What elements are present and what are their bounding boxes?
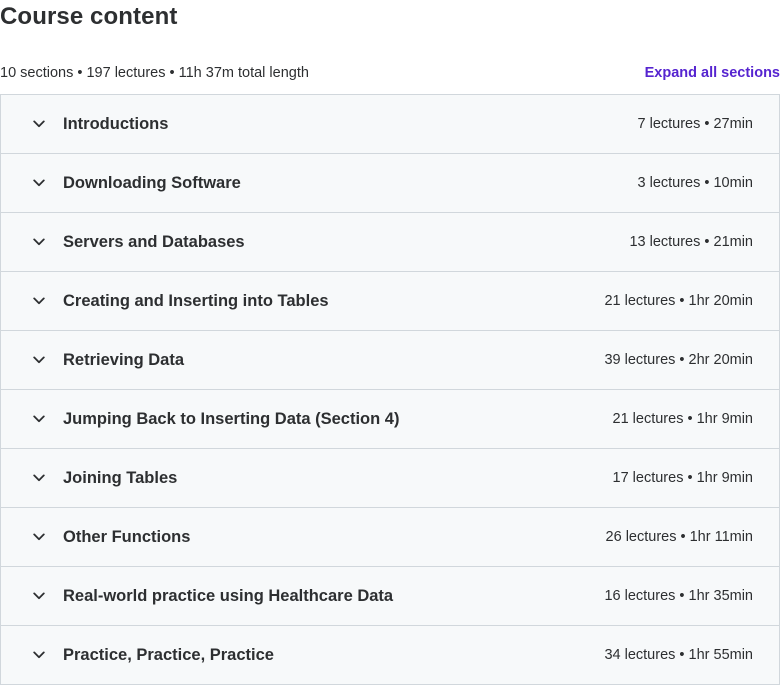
section-row[interactable]: Downloading Software 3 lectures • 10min — [1, 154, 779, 213]
section-title: Practice, Practice, Practice — [63, 645, 274, 664]
chevron-down-icon[interactable] — [31, 352, 47, 368]
section-title: Other Functions — [63, 527, 191, 546]
chevron-down-icon[interactable] — [31, 411, 47, 427]
chevron-down-icon[interactable] — [31, 175, 47, 191]
section-meta: 21 lectures • 1hr 20min — [604, 293, 753, 309]
section-row[interactable]: Joining Tables 17 lectures • 1hr 9min — [1, 449, 779, 508]
expand-all-sections-button[interactable]: Expand all sections — [645, 65, 780, 81]
section-title: Real-world practice using Healthcare Dat… — [63, 586, 394, 605]
section-row[interactable]: Servers and Databases 13 lectures • 21min — [1, 213, 779, 272]
chevron-down-icon[interactable] — [31, 588, 47, 604]
section-row[interactable]: Other Functions 26 lectures • 1hr 11min — [1, 508, 779, 567]
section-meta: 16 lectures • 1hr 35min — [604, 588, 753, 604]
section-title: Creating and Inserting into Tables — [63, 291, 329, 310]
section-title: Retrieving Data — [63, 350, 185, 369]
section-meta: 17 lectures • 1hr 9min — [612, 470, 753, 486]
section-title: Jumping Back to Inserting Data (Section … — [63, 409, 400, 428]
chevron-down-icon[interactable] — [31, 234, 47, 250]
section-meta: 13 lectures • 21min — [629, 234, 753, 250]
sections-accordion: Introductions 7 lectures • 27min Downloadi… — [0, 94, 780, 685]
section-row[interactable]: Introductions 7 lectures • 27min — [1, 95, 779, 154]
section-title: Introductions — [63, 114, 169, 133]
section-meta: 3 lectures • 10min — [637, 175, 754, 191]
chevron-down-icon[interactable] — [31, 647, 47, 663]
section-meta: 7 lectures • 27min — [637, 116, 754, 132]
section-title: Joining Tables — [63, 468, 178, 487]
chevron-down-icon[interactable] — [31, 116, 47, 132]
chevron-down-icon[interactable] — [31, 293, 47, 309]
chevron-down-icon[interactable] — [31, 470, 47, 486]
section-meta: 26 lectures • 1hr 11min — [605, 529, 753, 545]
course-summary: 10 sections • 197 lectures • 11h 37m tot… — [0, 65, 309, 81]
section-title: Downloading Software — [63, 173, 241, 192]
section-row[interactable]: Real-world practice using Healthcare Dat… — [1, 567, 779, 626]
course-summary-bar: 10 sections • 197 lectures • 11h 37m tot… — [0, 60, 780, 86]
section-meta: 34 lectures • 1hr 55min — [604, 647, 753, 663]
section-row[interactable]: Jumping Back to Inserting Data (Section … — [1, 390, 779, 449]
section-row[interactable]: Creating and Inserting into Tables 21 lec… — [1, 272, 779, 331]
section-row[interactable]: Practice, Practice, Practice 34 lectures … — [1, 626, 779, 685]
section-title: Servers and Databases — [63, 232, 245, 251]
chevron-down-icon[interactable] — [31, 529, 47, 545]
section-meta: 39 lectures • 2hr 20min — [604, 352, 753, 368]
section-meta: 21 lectures • 1hr 9min — [612, 411, 753, 427]
page-title: Course content — [0, 3, 178, 30]
section-row[interactable]: Retrieving Data 39 lectures • 2hr 20min — [1, 331, 779, 390]
